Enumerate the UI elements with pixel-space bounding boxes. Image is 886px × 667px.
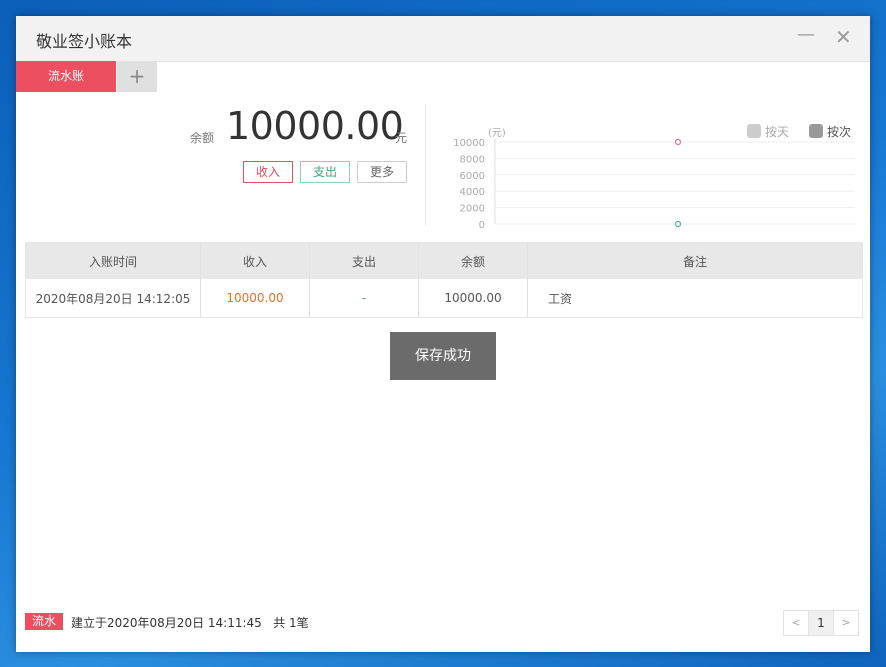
cell-income: 10000.00	[201, 279, 310, 317]
add-tab-button[interactable]: +	[117, 61, 157, 92]
close-icon[interactable]: ✕	[835, 25, 852, 49]
chart-plot: (元)020004000600080001000008/20	[453, 128, 855, 229]
y-tick-label: 6000	[460, 171, 485, 182]
data-point	[674, 220, 682, 228]
table-row[interactable]: 2020年08月20日 14:12:05 10000.00 - 10000.00…	[26, 279, 862, 317]
expense-button[interactable]: 支出	[300, 161, 350, 183]
y-axis-unit: (元)	[488, 128, 506, 139]
balance-unit: 元	[395, 131, 408, 145]
table-header: 入账时间 收入 支出 余额 备注	[26, 243, 862, 279]
balance-chart: 按天 按次 (元)020004000600080001000008/20	[436, 104, 856, 229]
title-bar[interactable]: 敬业签小账本 — ✕	[16, 16, 870, 62]
header-income: 收入	[201, 243, 310, 279]
created-info: 建立于2020年08月20日 14:11:45 共 1笔	[71, 616, 309, 630]
ledger-table: 入账时间 收入 支出 余额 备注 2020年08月20日 14:12:05 10…	[25, 242, 863, 318]
cell-note: 工资	[548, 291, 573, 306]
cell-balance: 10000.00	[419, 279, 528, 317]
y-tick-label: 10000	[453, 138, 485, 149]
header-note: 备注	[682, 254, 707, 269]
y-tick-label: 8000	[460, 154, 485, 165]
plus-icon: +	[128, 64, 146, 88]
save-success-toast: 保存成功	[390, 332, 496, 380]
y-tick-label: 0	[479, 220, 485, 229]
app-window: 敬业签小账本 — ✕ 流水账 + 余额 10000.00 元 收入 支出 更多 …	[16, 16, 870, 652]
page-1-button[interactable]: 1	[808, 610, 834, 636]
cell-time: 2020年08月20日 14:12:05	[26, 279, 201, 317]
prev-page-button[interactable]: <	[783, 610, 809, 636]
income-button[interactable]: 收入	[243, 161, 293, 183]
next-page-button[interactable]: >	[833, 610, 859, 636]
cell-expense: -	[310, 279, 419, 317]
ledger-type-badge: 流水	[25, 613, 63, 630]
y-tick-label: 2000	[460, 204, 485, 215]
pagination: < 1 >	[783, 610, 859, 636]
app-title: 敬业签小账本	[36, 32, 133, 51]
balance-label: 余额	[190, 131, 215, 145]
more-button[interactable]: 更多	[357, 161, 407, 183]
divider	[425, 104, 426, 226]
data-point	[674, 138, 682, 146]
minimize-icon[interactable]: —	[797, 24, 815, 45]
tab-ledger[interactable]: 流水账	[16, 61, 116, 92]
balance-value: 10000.00	[226, 104, 404, 148]
header-expense: 支出	[310, 243, 419, 279]
y-tick-label: 4000	[460, 187, 485, 198]
header-time: 入账时间	[26, 243, 201, 279]
header-balance: 余额	[419, 243, 528, 279]
